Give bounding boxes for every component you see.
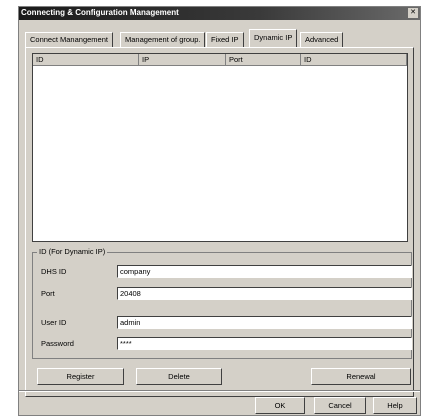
dhs-id-field[interactable]: company — [117, 265, 412, 278]
footer-separator — [19, 390, 420, 392]
port-label: Port — [41, 289, 55, 298]
tab-advanced[interactable]: Advanced — [300, 32, 344, 47]
cancel-button[interactable]: Cancel — [314, 397, 366, 414]
tab-management-of-group[interactable]: Management of group. — [120, 32, 206, 47]
column-header-id[interactable]: ID — [33, 54, 139, 66]
register-button[interactable]: Register — [37, 368, 124, 385]
user-id-label: User ID — [41, 318, 67, 327]
dhs-id-label: DHS ID — [41, 267, 67, 276]
ok-button[interactable]: OK — [255, 397, 305, 414]
renewal-button[interactable]: Renewal — [311, 368, 411, 385]
close-icon[interactable]: ✕ — [408, 8, 418, 18]
tab-connect-management[interactable]: Connect Manangement — [25, 32, 113, 47]
password-field[interactable]: **** — [117, 337, 412, 350]
user-id-field[interactable]: admin — [117, 316, 412, 329]
list-header: ID IP Port ID — [33, 54, 407, 66]
window-title: Connecting & Configuration Management — [21, 8, 179, 17]
config-dialog: Connecting & Configuration Management ✕ … — [18, 6, 421, 416]
column-header-ip[interactable]: IP — [139, 54, 226, 66]
password-label: Password — [41, 339, 74, 348]
tab-fixed-ip[interactable]: Fixed IP — [206, 32, 244, 47]
delete-button[interactable]: Delete — [136, 368, 222, 385]
group-title: ID (For Dynamic IP) — [37, 247, 108, 256]
tab-dynamic-ip[interactable]: Dynamic IP — [249, 29, 298, 47]
column-header-port[interactable]: Port — [226, 54, 301, 66]
title-bar[interactable]: Connecting & Configuration Management ✕ — [19, 7, 420, 20]
dynamic-ip-list[interactable]: ID IP Port ID — [32, 53, 408, 242]
column-header-id-2[interactable]: ID — [301, 54, 407, 66]
port-field[interactable]: 20408 — [117, 287, 412, 300]
help-button[interactable]: Help — [373, 397, 417, 414]
